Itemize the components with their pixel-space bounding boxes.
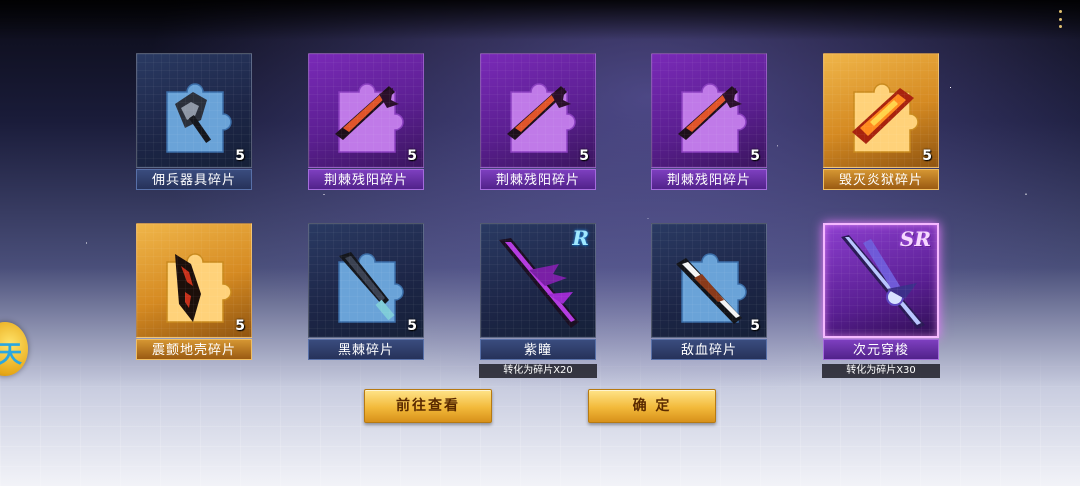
reward-item[interactable]: 5 荆棘残阳碎片 (480, 53, 596, 191)
reward-item[interactable]: 5 黑棘碎片 (308, 223, 424, 361)
purple-scythe-icon (499, 238, 579, 328)
item-name: 佣兵器具碎片 (136, 169, 252, 190)
reward-item[interactable]: 5 佣兵器具碎片 (136, 53, 252, 191)
item-count: 5 (235, 318, 245, 334)
item-tile: 5 (136, 223, 252, 338)
item-name: 次元穿梭 (823, 339, 939, 360)
item-tile: 5 (480, 53, 596, 168)
thorn-blade-puzzle-icon (678, 83, 747, 153)
item-count: 5 (579, 148, 589, 164)
item-tile: 5 (308, 53, 424, 168)
item-name: 黑棘碎片 (308, 339, 424, 360)
black-blade-puzzle-icon (338, 252, 404, 323)
item-name: 敌血碎片 (651, 339, 767, 360)
item-tile: 5 (136, 53, 252, 168)
rank-badge: SR (899, 227, 931, 251)
item-tile: 5 (651, 53, 767, 168)
item-count: 5 (750, 318, 760, 334)
reward-item[interactable]: 5 荆棘残阳碎片 (308, 53, 424, 191)
item-tile: 5 (823, 53, 939, 168)
item-count: 5 (235, 148, 245, 164)
item-name: 荆棘残阳碎片 (480, 169, 596, 190)
top-bar (0, 0, 1080, 40)
reward-item[interactable]: 5 敌血碎片 (651, 223, 767, 361)
reward-item[interactable]: R 紫瞳 (480, 223, 596, 361)
more-menu-icon[interactable] (1056, 10, 1064, 28)
thorn-blade-puzzle-icon (507, 83, 576, 153)
axe-puzzle-icon (166, 83, 232, 153)
item-tile: 5 (308, 223, 424, 338)
thorn-blade-puzzle-icon (335, 83, 404, 153)
reward-item[interactable]: SR 次元穿梭 (823, 223, 939, 361)
item-tile: R (480, 223, 596, 338)
item-tile: SR (823, 223, 939, 338)
rank-badge: R (572, 226, 589, 250)
reward-item[interactable]: 5 震颤地壳碎片 (136, 223, 252, 361)
item-count: 5 (407, 318, 417, 334)
item-name: 紫瞳 (480, 339, 596, 360)
item-count: 5 (407, 148, 417, 164)
item-count: 5 (922, 148, 932, 164)
go-view-button[interactable]: 前往查看 (364, 389, 492, 423)
rock-blade-puzzle-icon (166, 253, 232, 323)
blood-blade-puzzle-icon (676, 253, 747, 324)
side-badge-label: 天 (0, 340, 22, 368)
reward-item[interactable]: 5 毁灭炎狱碎片 (823, 53, 939, 191)
item-tile: 5 (651, 223, 767, 338)
confirm-button[interactable]: 确 定 (588, 389, 716, 423)
item-name: 震颤地壳碎片 (136, 339, 252, 360)
reward-item[interactable]: 5 荆棘残阳碎片 (651, 53, 767, 191)
item-count: 5 (750, 148, 760, 164)
convert-note: 转化为碎片X30 (822, 364, 940, 378)
flame-blade-puzzle-icon (852, 83, 919, 153)
item-name: 毁灭炎狱碎片 (823, 169, 939, 190)
item-name: 荆棘残阳碎片 (651, 169, 767, 190)
convert-note: 转化为碎片X20 (479, 364, 597, 378)
side-event-badge[interactable]: 天 (0, 322, 28, 376)
item-name: 荆棘残阳碎片 (308, 169, 424, 190)
dimension-sword-icon (841, 235, 925, 329)
